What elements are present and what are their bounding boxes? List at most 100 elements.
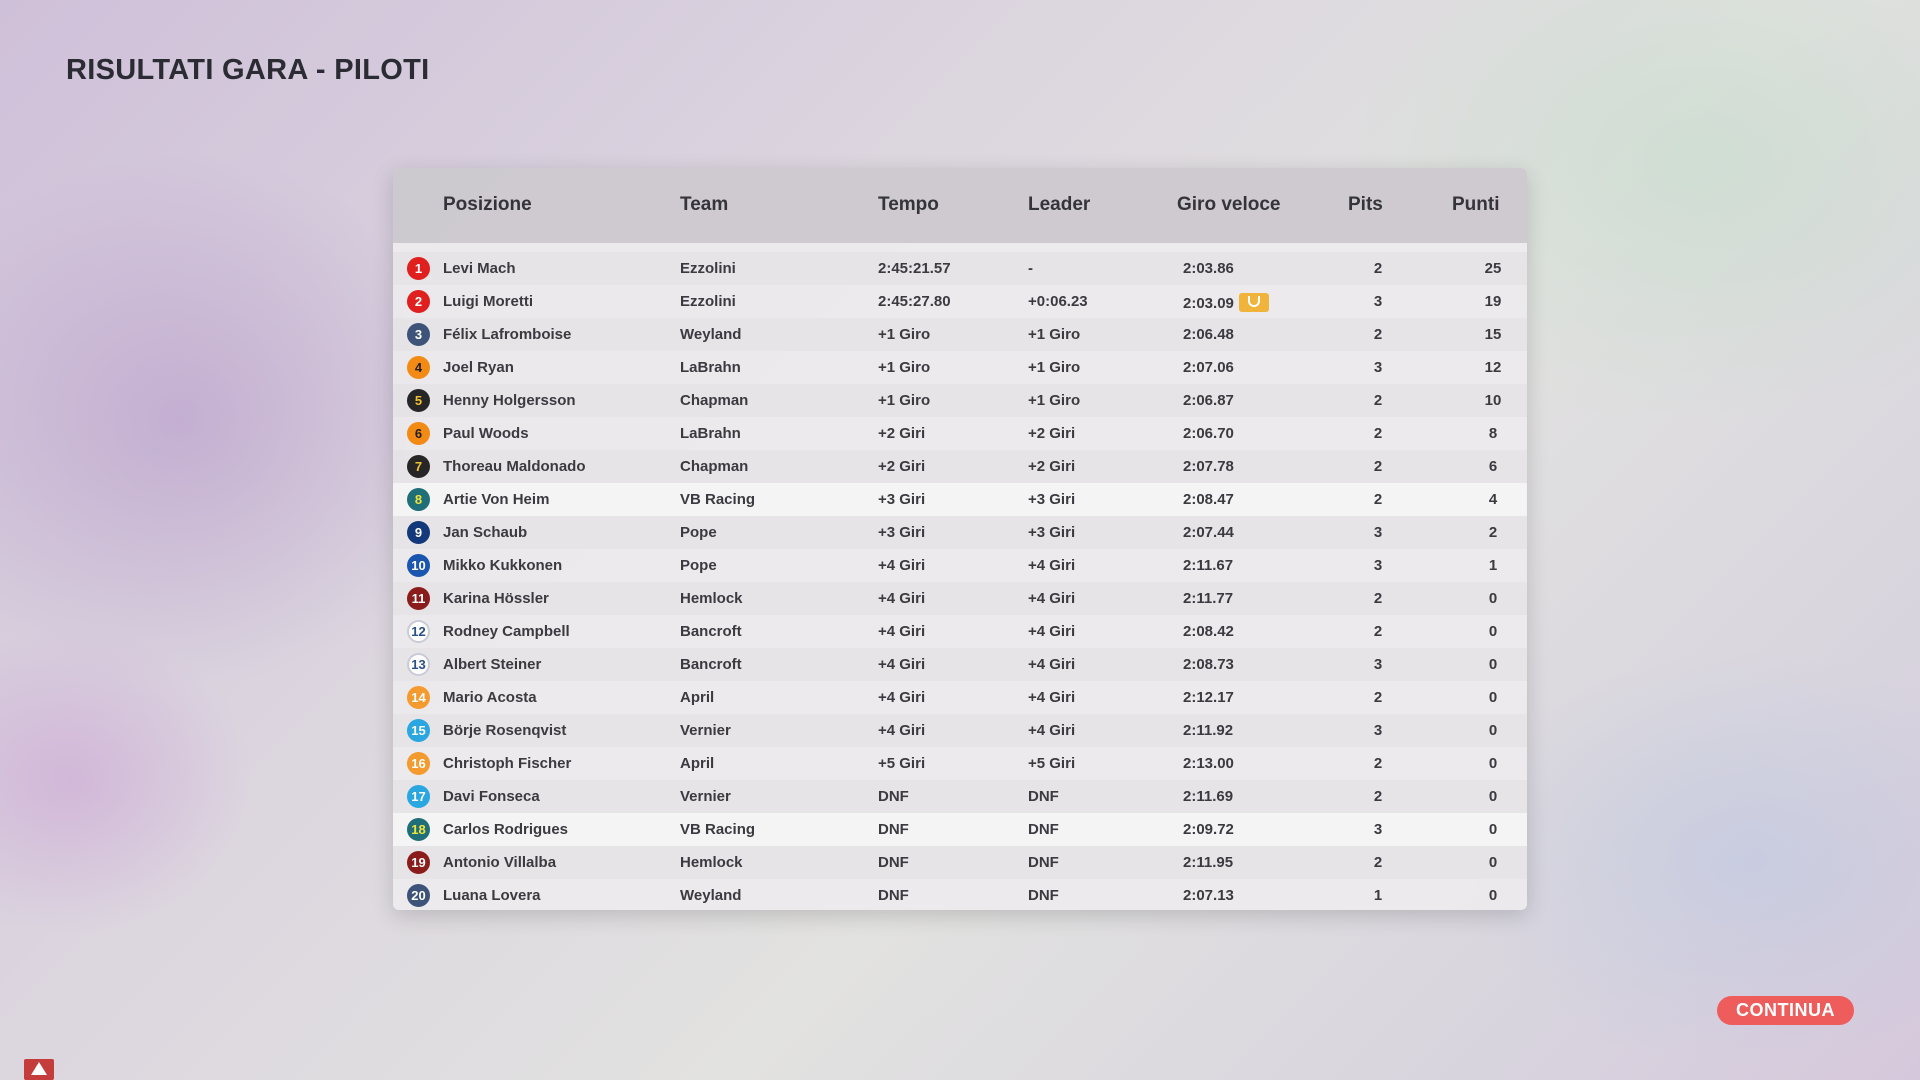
results-table: Posizione Team Tempo Leader Giro veloce …	[393, 168, 1527, 910]
table-row[interactable]: 4 Joel Ryan LaBrahn +1 Giro +1 Giro 2:07.06 3 1…	[393, 351, 1527, 384]
table-row[interactable]: 8 Artie Von Heim VB Racing +3 Giri +3 Giri 2:…	[393, 483, 1527, 516]
driver-name: Karina Hössler	[443, 590, 549, 607]
pit-stops: 1	[1373, 887, 1383, 904]
position-badge: 17	[407, 785, 430, 808]
fastest-lap-cell: 2:07.44	[1183, 524, 1234, 541]
gap-to-leader: +4 Giri	[1028, 590, 1076, 607]
team-name: Vernier	[680, 722, 731, 739]
table-row[interactable]: 7 Thoreau Maldonado Chapman +2 Giri +2 Giri 2…	[393, 450, 1527, 483]
fastest-lap-time: 2:09.72	[1183, 821, 1234, 838]
team-name: Ezzolini	[680, 260, 736, 277]
table-row[interactable]: 20 Luana Lovera Weyland DNF DNF 2:07.13 1 0	[393, 879, 1527, 910]
driver-name: Antonio Villalba	[443, 854, 557, 871]
fastest-lap-time: 2:06.48	[1183, 326, 1234, 343]
table-row[interactable]: 6 Paul Woods LaBrahn +2 Giri +2 Giri 2:06.70 2…	[393, 417, 1527, 450]
fastest-lap-time: 2:06.70	[1183, 425, 1234, 442]
team-name: Ezzolini	[680, 293, 736, 310]
team-name: Chapman	[680, 392, 749, 409]
position-badge: 16	[407, 752, 430, 775]
pit-stops: 3	[1373, 557, 1383, 574]
race-time: +1 Giro	[878, 392, 931, 409]
points: 15	[1484, 326, 1502, 343]
points: 19	[1484, 293, 1502, 310]
header-team: Team	[680, 194, 729, 215]
fastest-lap-cell: 2:06.87	[1183, 392, 1234, 409]
pit-stops: 2	[1373, 788, 1383, 805]
gap-to-leader: DNF	[1028, 887, 1059, 904]
table-row[interactable]: 12 Rodney Campbell Bancroft +4 Giri +4 Giri 2…	[393, 615, 1527, 648]
table-row[interactable]: 3 Félix Lafromboise Weyland +1 Giro +1 Giro 2…	[393, 318, 1527, 351]
position-badge: 12	[407, 620, 430, 643]
table-row[interactable]: 17 Davi Fonseca Vernier DNF DNF 2:11.69 2 0	[393, 780, 1527, 813]
table-row[interactable]: 13 Albert Steiner Bancroft +4 Giri +4 Giri 2:…	[393, 648, 1527, 681]
gap-to-leader: +3 Giri	[1028, 524, 1076, 541]
fastest-lap-time: 2:11.67	[1183, 557, 1234, 574]
position-badge: 3	[407, 323, 430, 346]
header-points: Punti	[1452, 194, 1500, 215]
fastest-lap-cell: 2:06.70	[1183, 425, 1234, 442]
fastest-lap-cell: 2:09.72	[1183, 821, 1234, 838]
gap-to-leader: +4 Giri	[1028, 689, 1076, 706]
gap-to-leader: DNF	[1028, 854, 1059, 871]
table-row[interactable]: 2 Luigi Moretti Ezzolini 2:45:27.80 +0:06.23…	[393, 285, 1527, 318]
table-row[interactable]: 10 Mikko Kukkonen Pope +4 Giri +4 Giri 2:11.6…	[393, 549, 1527, 582]
table-row[interactable]: 19 Antonio Villalba Hemlock DNF DNF 2:11.95 2 0	[393, 846, 1527, 879]
race-time: +2 Giri	[878, 425, 926, 442]
team-name: Hemlock	[680, 590, 743, 607]
points: 1	[1488, 557, 1498, 574]
pit-stops: 2	[1373, 854, 1383, 871]
table-row[interactable]: 14 Mario Acosta April +4 Giri +4 Giri 2:12.17…	[393, 681, 1527, 714]
gap-to-leader: +4 Giri	[1028, 722, 1076, 739]
driver-name: Luana Lovera	[443, 887, 541, 904]
team-name: Weyland	[680, 887, 742, 904]
continue-button[interactable]: CONTINUA	[1717, 996, 1854, 1025]
gap-to-leader: +1 Giro	[1028, 326, 1081, 343]
driver-name: Christoph Fischer	[443, 755, 572, 772]
team-name: Bancroft	[680, 623, 742, 640]
fastest-lap-cell: 2:12.17	[1183, 689, 1234, 706]
position-badge: 20	[407, 884, 430, 907]
position-badge: 7	[407, 455, 430, 478]
table-row[interactable]: 11 Karina Hössler Hemlock +4 Giri +4 Giri 2:1…	[393, 582, 1527, 615]
table-row[interactable]: 5 Henny Holgersson Chapman +1 Giro +1 Giro 2:…	[393, 384, 1527, 417]
fastest-lap-cell: 2:11.67	[1183, 557, 1233, 574]
race-time: 2:45:27.80	[878, 293, 951, 310]
team-name: Bancroft	[680, 656, 742, 673]
table-row[interactable]: 15 Börje Rosenqvist Vernier +4 Giri +4 Giri 2…	[393, 714, 1527, 747]
gap-to-leader: +0:06.23	[1028, 293, 1088, 310]
fastest-lap-time: 2:12.17	[1183, 689, 1234, 706]
pit-stops: 3	[1373, 821, 1383, 838]
team-name: Pope	[680, 557, 717, 574]
pit-stops: 2	[1373, 689, 1383, 706]
fastest-lap-time: 2:08.42	[1183, 623, 1234, 640]
points: 6	[1488, 458, 1498, 475]
race-time: DNF	[878, 854, 909, 871]
team-name: Weyland	[680, 326, 742, 343]
header-pits: Pits	[1348, 194, 1383, 215]
fastest-lap-cell: 2:03.86	[1183, 260, 1234, 277]
points: 0	[1488, 623, 1498, 640]
team-name: April	[680, 689, 715, 706]
position-badge: 9	[407, 521, 430, 544]
position-badge: 8	[407, 488, 430, 511]
race-time: +4 Giri	[878, 656, 926, 673]
pit-stops: 3	[1373, 656, 1383, 673]
table-row[interactable]: 1 Levi Mach Ezzolini 2:45:21.57 - 2:03.86 2 25	[393, 252, 1527, 285]
fastest-lap-time: 2:07.06	[1183, 359, 1234, 376]
fastest-lap-time: 2:07.13	[1183, 887, 1234, 904]
gap-to-leader: +2 Giri	[1028, 458, 1076, 475]
fastest-lap-time: 2:08.47	[1183, 491, 1234, 508]
table-row[interactable]: 18 Carlos Rodrigues VB Racing DNF DNF 2:09.72…	[393, 813, 1527, 846]
position-badge: 18	[407, 818, 430, 841]
race-time: DNF	[878, 821, 909, 838]
warning-icon[interactable]	[24, 1059, 54, 1080]
table-row[interactable]: 9 Jan Schaub Pope +3 Giri +3 Giri 2:07.44 3 2	[393, 516, 1527, 549]
table-row[interactable]: 16 Christoph Fischer April +5 Giri +5 Giri 2:…	[393, 747, 1527, 780]
race-time: +1 Giro	[878, 326, 931, 343]
points: 0	[1488, 590, 1498, 607]
driver-name: Joel Ryan	[443, 359, 514, 376]
fastest-lap-time: 2:03.09	[1183, 295, 1234, 312]
fastest-lap-cell: 2:13.00	[1183, 755, 1234, 772]
fastest-lap-cell: 2:11.77	[1183, 590, 1233, 607]
team-name: Chapman	[680, 458, 749, 475]
